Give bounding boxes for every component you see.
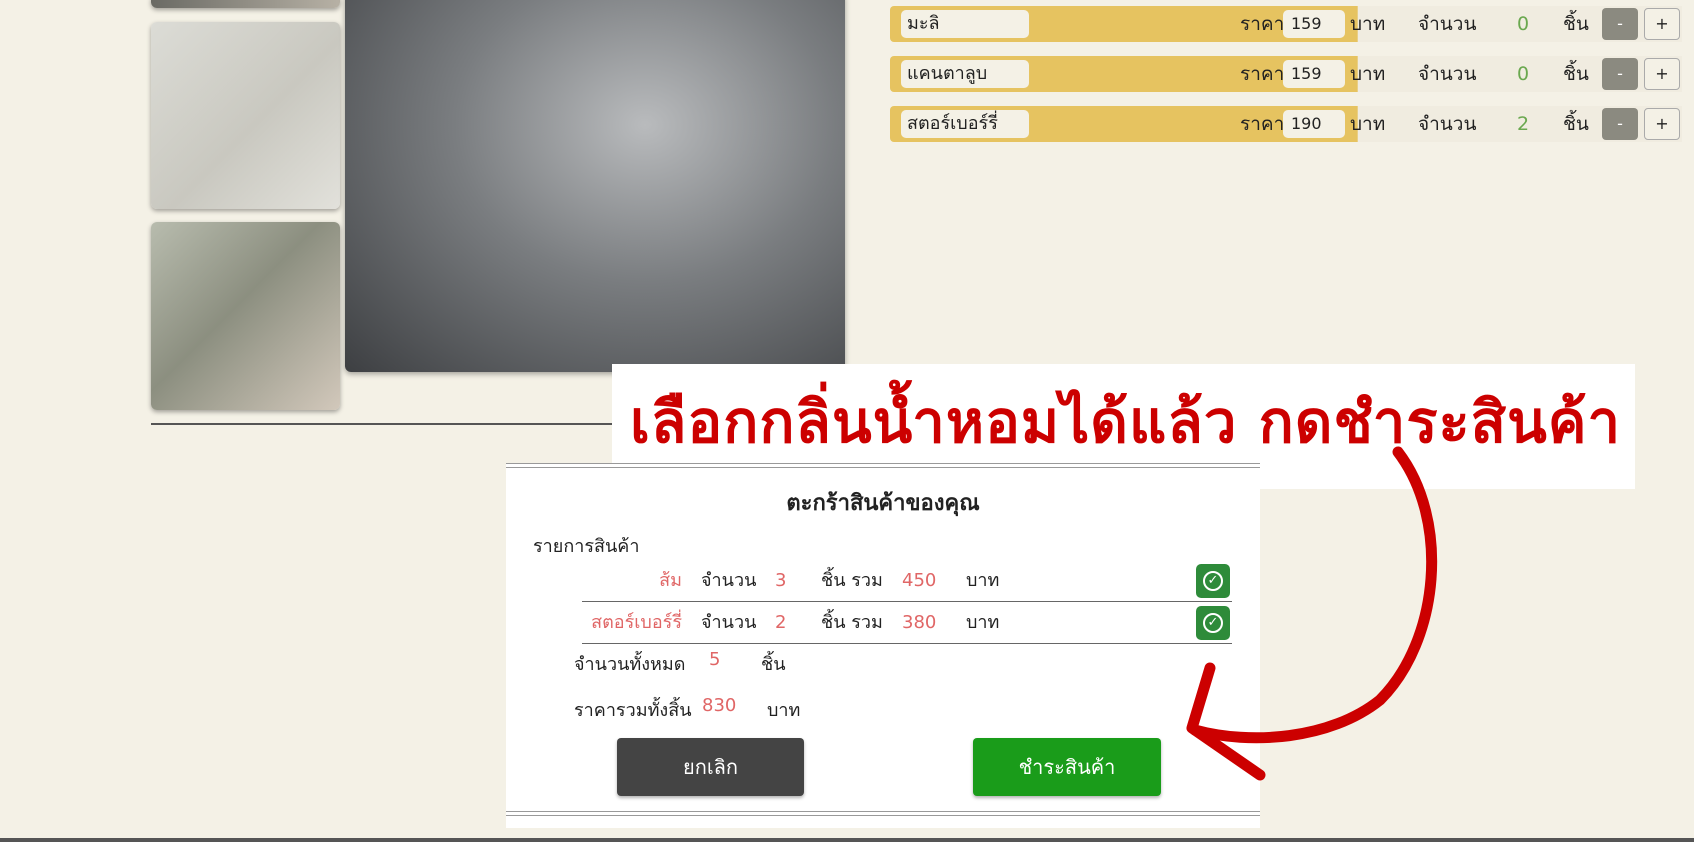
price-label: ราคา [1240,63,1285,85]
main-product-photo [345,0,845,372]
cancel-button[interactable]: ยกเลิก [617,738,804,796]
total-qty-label: จำนวนทั้งหมด [574,654,686,675]
price-value: 159 [1283,60,1345,88]
cart-item: สตอร์เบอร์รี่ จำนวน 2 ชิ้น รวม 380 บาท ✓ [582,603,1232,644]
annotation-text: เลือกกลิ่นน้ำหอมได้แล้ว กดชำระสินค้า [630,388,1622,456]
cart-item-qty: 2 [775,612,787,633]
cart-item-name: ส้ม [659,570,682,591]
cart-panel: ตะกร้าสินค้าของคุณ รายการสินค้า ส้ม จำนว… [506,463,1260,828]
cart-top-border [506,463,1260,464]
increase-button[interactable]: + [1644,108,1680,140]
piece-label: ชิ้น [1563,113,1589,135]
cart-item: ส้ม จำนวน 3 ชิ้น รวม 450 บาท ✓ [582,561,1232,602]
decrease-button[interactable]: - [1602,58,1638,90]
qty-value: 0 [1517,63,1530,85]
price-unit: บาท [1350,13,1386,35]
piece-label: ชิ้น [1563,63,1589,85]
price-value: 159 [1283,10,1345,38]
cart-item-qty-label: จำนวน [701,612,757,633]
product-row: แคนตาลูบ ราคา 159 บาท จำนวน 0 ชิ้น - + [890,56,1682,92]
price-label: ราคา [1240,13,1285,35]
cart-item-qty-label: จำนวน [701,570,757,591]
cart-item-baht: บาท [966,612,1000,633]
cart-item-name: สตอร์เบอร์รี่ [591,612,682,633]
product-thumbnail-2[interactable] [151,22,340,209]
cart-bottom-border [506,815,1260,816]
product-row: มะลิ ราคา 159 บาท จำนวน 0 ชิ้น - + [890,6,1682,42]
total-price-value: 830 [702,695,737,716]
product-thumbnail-1[interactable] [151,0,340,8]
qty-label: จำนวน [1418,113,1477,135]
total-price-label: ราคารวมทั้งสิ้น [574,700,692,721]
cart-item-sum: 380 [902,612,937,633]
piece-label: ชิ้น [1563,13,1589,35]
qty-label: จำนวน [1418,63,1477,85]
cart-item-qty: 3 [775,570,787,591]
product-name: แคนตาลูบ [901,60,1029,88]
bottom-bar [0,838,1694,842]
cart-item-piece-total-label: ชิ้น รวม [821,612,883,633]
check-circle-icon[interactable]: ✓ [1196,564,1230,598]
price-value: 190 [1283,110,1345,138]
qty-value: 0 [1517,13,1530,35]
total-price-unit: บาท [767,700,801,721]
items-label: รายการสินค้า [533,536,640,557]
price-label: ราคา [1240,113,1285,135]
cart-item-piece-total-label: ชิ้น รวม [821,570,883,591]
product-row: สตอร์เบอร์รี่ ราคา 190 บาท จำนวน 2 ชิ้น … [890,106,1682,142]
total-qty-value: 5 [709,649,721,670]
qty-value: 2 [1517,113,1530,135]
increase-button[interactable]: + [1644,8,1680,40]
qty-label: จำนวน [1418,13,1477,35]
cart-top-border [506,467,1260,468]
decrease-button[interactable]: - [1602,8,1638,40]
pay-button[interactable]: ชำระสินค้า [973,738,1161,796]
check-circle-icon[interactable]: ✓ [1196,606,1230,640]
decrease-button[interactable]: - [1602,108,1638,140]
cart-bottom-border [506,811,1260,812]
cart-item-baht: บาท [966,570,1000,591]
total-qty-unit: ชิ้น [761,654,786,675]
price-unit: บาท [1350,113,1386,135]
product-name: มะลิ [901,10,1029,38]
product-name: สตอร์เบอร์รี่ [901,110,1029,138]
product-thumbnail-3[interactable] [151,222,340,410]
cart-title: ตะกร้าสินค้าของคุณ [786,491,980,516]
increase-button[interactable]: + [1644,58,1680,90]
price-unit: บาท [1350,63,1386,85]
cart-item-sum: 450 [902,570,937,591]
